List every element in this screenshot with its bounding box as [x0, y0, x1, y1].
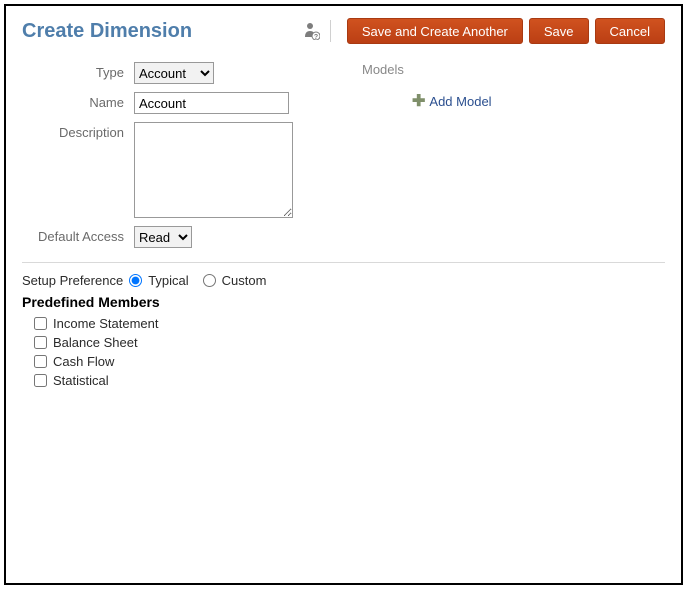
member-checkbox-balance-sheet[interactable] [34, 336, 47, 349]
member-checkbox-cash-flow[interactable] [34, 355, 47, 368]
setup-preference-label: Setup Preference [22, 273, 123, 288]
svg-text:?: ? [314, 34, 318, 40]
save-button[interactable]: Save [529, 18, 589, 44]
setup-typical-radio[interactable] [129, 274, 142, 287]
member-row: Balance Sheet [34, 335, 665, 350]
type-select[interactable]: Account [134, 62, 214, 84]
user-help-icon[interactable]: ? [304, 22, 320, 40]
plus-icon: ✚ [412, 91, 425, 111]
member-checkbox-statistical[interactable] [34, 374, 47, 387]
create-dimension-dialog: Create Dimension ? Save and Create Anoth… [4, 4, 683, 585]
default-access-label: Default Access [22, 226, 134, 244]
member-row: Income Statement [34, 316, 665, 331]
predefined-members-heading: Predefined Members [22, 294, 665, 310]
member-row: Statistical [34, 373, 665, 388]
name-input[interactable] [134, 92, 289, 114]
setup-custom-label[interactable]: Custom [222, 273, 267, 288]
member-label: Income Statement [53, 316, 159, 331]
member-label: Statistical [53, 373, 109, 388]
type-label: Type [22, 62, 134, 80]
save-and-create-another-button[interactable]: Save and Create Another [347, 18, 523, 44]
description-textarea[interactable] [134, 122, 293, 218]
separator [330, 20, 331, 42]
dialog-header: Create Dimension ? Save and Create Anoth… [22, 18, 665, 44]
setup-preference-row: Setup Preference Typical Custom [22, 273, 665, 288]
default-access-select[interactable]: Read [134, 226, 192, 248]
models-heading: Models [362, 62, 492, 77]
add-model-link[interactable]: ✚ Add Model [412, 91, 492, 111]
add-model-label: Add Model [429, 94, 491, 109]
member-row: Cash Flow [34, 354, 665, 369]
cancel-button[interactable]: Cancel [595, 18, 665, 44]
member-checkbox-income-statement[interactable] [34, 317, 47, 330]
member-label: Balance Sheet [53, 335, 138, 350]
name-label: Name [22, 92, 134, 110]
divider [22, 262, 665, 263]
description-label: Description [22, 122, 134, 140]
setup-custom-radio[interactable] [203, 274, 216, 287]
setup-typical-label[interactable]: Typical [148, 273, 188, 288]
member-label: Cash Flow [53, 354, 114, 369]
page-title: Create Dimension [22, 20, 192, 43]
